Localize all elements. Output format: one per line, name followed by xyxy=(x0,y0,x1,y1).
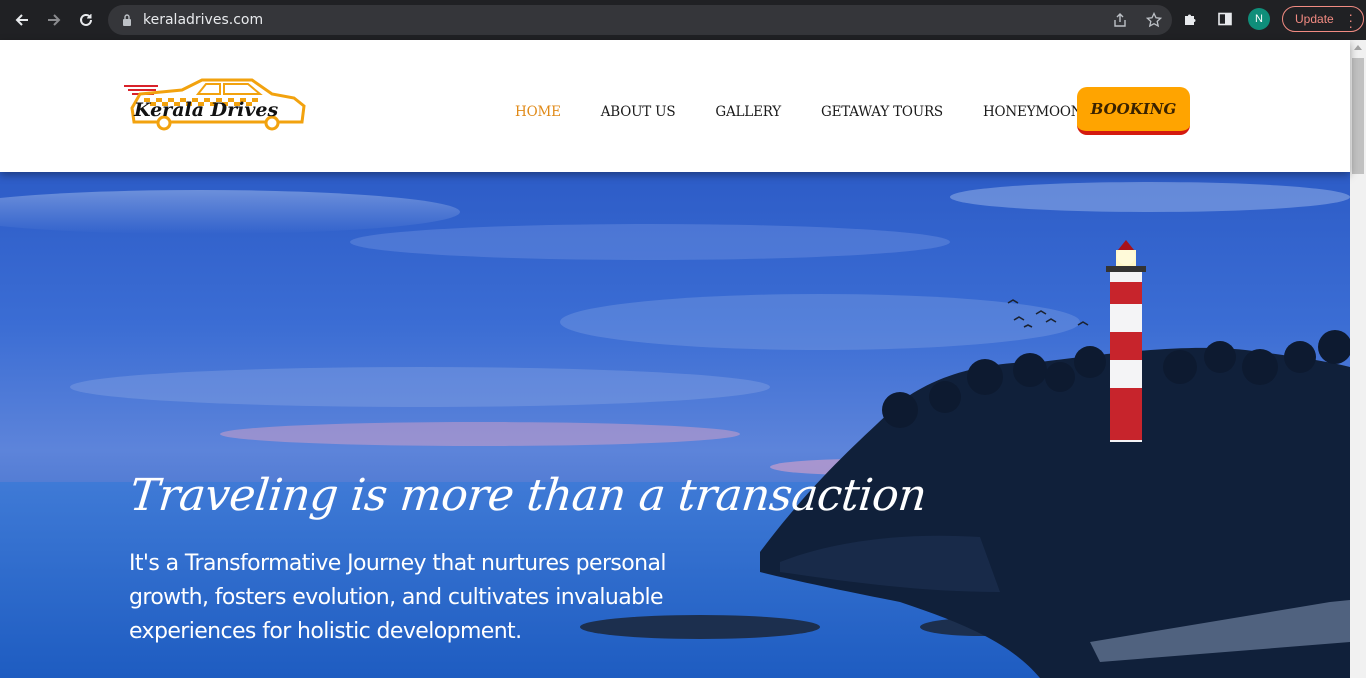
menu-item-honeymoon[interactable]: HONEYMOON xyxy=(983,104,1083,120)
menu-item-gallery[interactable]: GALLERY xyxy=(715,104,781,120)
menu-item-about-us[interactable]: ABOUT US xyxy=(601,104,676,120)
menu-item-getaway-tours[interactable]: GETAWAY TOURS xyxy=(821,104,943,120)
browser-toolbar: keraladrives.com N Update · · · xyxy=(0,0,1366,40)
forward-button[interactable] xyxy=(40,6,68,34)
profile-avatar[interactable]: N xyxy=(1248,8,1270,30)
main-menu: HOME ABOUT US GALLERY GETAWAY TOURS HONE… xyxy=(515,104,1122,120)
hero-banner: Traveling is more than a transaction It'… xyxy=(0,172,1350,678)
side-panel-icon[interactable] xyxy=(1214,6,1236,32)
lock-icon xyxy=(120,13,134,27)
forward-arrow-icon xyxy=(48,14,61,26)
menu-item-home[interactable]: HOME xyxy=(515,104,561,120)
share-icon[interactable] xyxy=(1110,10,1130,30)
update-button[interactable]: Update · · · xyxy=(1282,6,1364,34)
scroll-up-arrow-icon[interactable] xyxy=(1354,45,1362,50)
reload-button[interactable] xyxy=(72,6,100,34)
bookmark-star-icon[interactable] xyxy=(1144,10,1164,30)
site-logo[interactable]: Kerala Drives xyxy=(122,76,308,132)
hero-subtitle: It's a Transformative Journey that nurtu… xyxy=(129,551,666,644)
logo-text: Kerala Drives xyxy=(134,99,279,121)
update-label: Update xyxy=(1295,12,1334,26)
booking-button[interactable]: BOOKING xyxy=(1077,87,1190,135)
url-text: keraladrives.com xyxy=(143,12,264,28)
reload-icon xyxy=(80,13,92,26)
page-scrollbar[interactable] xyxy=(1350,40,1366,678)
lighthouse xyxy=(1106,240,1146,442)
scroll-thumb[interactable] xyxy=(1352,58,1364,174)
back-arrow-icon xyxy=(15,14,28,26)
extensions-puzzle-icon[interactable] xyxy=(1180,6,1202,32)
more-menu-icon: · · · xyxy=(1348,6,1353,34)
back-button[interactable] xyxy=(8,6,36,34)
site-header: Kerala Drives HOME ABOUT US GALLERY GETA… xyxy=(0,40,1350,172)
address-bar[interactable]: keraladrives.com xyxy=(108,5,1172,35)
hero-title: Traveling is more than a transaction xyxy=(127,470,929,521)
